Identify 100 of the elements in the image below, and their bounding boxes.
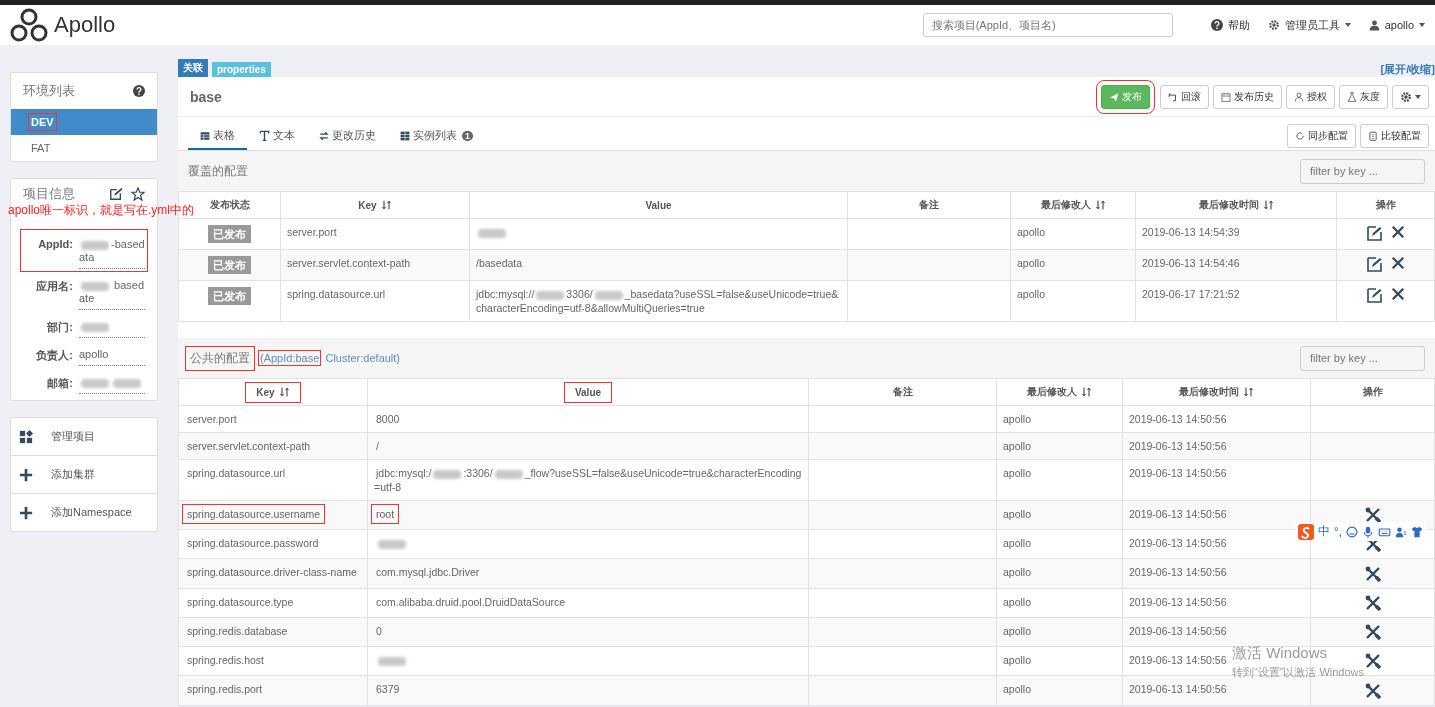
ime-logo-icon[interactable] bbox=[1298, 523, 1314, 540]
table-cell: spring.datasource.driver-class-name bbox=[178, 558, 368, 589]
search-field[interactable]: 搜索项目(AppId、项目名) bbox=[922, 13, 1173, 37]
tool-button[interactable]: 比较配置 bbox=[1360, 123, 1429, 148]
table-cell: apollo bbox=[1010, 249, 1136, 281]
table-cell: spring.datasource.url bbox=[178, 459, 368, 501]
column-header[interactable]: 最后修改时间 bbox=[1135, 191, 1337, 219]
clipboard-icon bbox=[1368, 130, 1378, 141]
table-cell: 8000 bbox=[367, 405, 809, 433]
logo-icon bbox=[10, 8, 48, 42]
status-badge: 已发布 bbox=[208, 287, 251, 305]
redacted-mark bbox=[536, 290, 565, 300]
environment-item[interactable]: FAT bbox=[11, 135, 157, 161]
column-header[interactable]: Key bbox=[178, 378, 368, 406]
star-icon[interactable] bbox=[131, 187, 145, 201]
close-icon[interactable] bbox=[1390, 256, 1405, 270]
table-cell: server.port bbox=[280, 218, 470, 250]
edit-icon[interactable] bbox=[1366, 256, 1383, 272]
activation-title: 激活 Windows bbox=[1232, 644, 1329, 663]
table-cell: apollo bbox=[996, 558, 1123, 589]
tab[interactable]: 实例列表 1 bbox=[388, 124, 485, 150]
count-badge: 1 bbox=[462, 130, 473, 141]
shirt-icon[interactable] bbox=[1411, 525, 1424, 538]
table-cell: 2019-06-13 14:50:56 bbox=[1122, 432, 1311, 460]
person-icon[interactable] bbox=[1395, 525, 1408, 538]
table-cell: jdbc:mysql:// 3306/ _basedata?useSSL=false&useUnicode=true&characterEncoding=utf-8&allowMultiQueries=true bbox=[469, 280, 848, 322]
field-value: basedate bbox=[79, 273, 145, 310]
column-header[interactable]: 最后修改人 bbox=[996, 378, 1123, 406]
column-header: 操作 bbox=[1310, 378, 1435, 406]
tools-icon[interactable] bbox=[1364, 594, 1381, 611]
ime-punctuation[interactable]: °, bbox=[1334, 524, 1343, 539]
column-header[interactable]: Key bbox=[280, 191, 470, 219]
user-icon bbox=[1368, 19, 1380, 31]
settings-icon bbox=[1400, 90, 1412, 103]
menu-item[interactable]: apollo bbox=[1368, 19, 1425, 31]
filter-field[interactable]: filter by key ... bbox=[1300, 345, 1425, 371]
redacted-mark bbox=[81, 378, 109, 388]
action-button[interactable]: 发布历史 bbox=[1213, 84, 1282, 109]
filter-field[interactable]: filter by key ... bbox=[1300, 158, 1425, 184]
action-button[interactable]: 灰度 bbox=[1339, 84, 1388, 109]
column-header: 备注 bbox=[847, 191, 1011, 219]
smiley-icon[interactable] bbox=[1346, 525, 1359, 538]
field-label: 负责人: bbox=[35, 348, 73, 363]
sort-icon bbox=[1243, 387, 1254, 397]
tools-icon[interactable] bbox=[1364, 507, 1381, 524]
table-cell: 2019-06-13 14:50:56 bbox=[1122, 459, 1311, 501]
table-cell: apollo bbox=[1010, 218, 1136, 250]
table-cell: apollo bbox=[996, 529, 1123, 559]
column-header[interactable]: 最后修改时间 bbox=[1122, 378, 1311, 406]
nav-item[interactable]: 添加集群 bbox=[11, 455, 157, 493]
plus-icon bbox=[19, 467, 33, 482]
menu-item[interactable]: 管理员工具 bbox=[1267, 17, 1351, 33]
redacted-mark bbox=[81, 281, 109, 291]
tools-icon[interactable] bbox=[1364, 653, 1381, 670]
nav-item[interactable]: 添加Namespace bbox=[11, 493, 157, 531]
tools-icon[interactable] bbox=[1364, 624, 1381, 641]
text-icon bbox=[259, 130, 270, 141]
microphone-icon[interactable] bbox=[1362, 525, 1375, 538]
status-badge: 已发布 bbox=[208, 225, 251, 243]
column-header: 备注 bbox=[808, 378, 997, 406]
ime-mode[interactable]: 中 bbox=[1318, 523, 1330, 540]
table-cell: 2019-06-13 14:50:56 bbox=[1122, 558, 1311, 589]
redacted-mark bbox=[113, 378, 141, 388]
swap-icon bbox=[319, 130, 329, 141]
edit-icon[interactable] bbox=[1366, 225, 1383, 241]
panel-title: 项目信息 bbox=[23, 185, 76, 203]
logo-text: Apollo bbox=[54, 12, 116, 38]
close-icon[interactable] bbox=[1390, 287, 1405, 301]
nav-item[interactable]: 管理项目 bbox=[11, 418, 157, 455]
action-button[interactable]: 授权 bbox=[1286, 84, 1335, 109]
field-label: 应用名: bbox=[35, 279, 73, 294]
tab[interactable]: 更改历史 bbox=[307, 124, 388, 150]
sort-icon bbox=[1262, 200, 1274, 210]
tools-icon[interactable] bbox=[1364, 565, 1381, 582]
tool-button[interactable]: 同步配置 bbox=[1287, 123, 1356, 148]
table-cell: 2019-06-13 14:54:39 bbox=[1135, 218, 1337, 250]
table-cell: / bbox=[367, 432, 809, 460]
action-button[interactable]: 回滚 bbox=[1160, 84, 1209, 109]
edit-icon[interactable] bbox=[1366, 287, 1383, 303]
settings-dropdown[interactable] bbox=[1392, 84, 1429, 109]
tab[interactable]: 文本 bbox=[247, 124, 307, 150]
namespace-title: base bbox=[190, 88, 223, 105]
tools-icon[interactable] bbox=[1364, 682, 1381, 699]
column-header[interactable]: 最后修改人 bbox=[1010, 191, 1136, 219]
close-icon[interactable] bbox=[1390, 225, 1405, 239]
menu-item[interactable]: 帮助 bbox=[1210, 17, 1250, 33]
table-cell: 2019-06-13 14:54:46 bbox=[1135, 249, 1337, 281]
table-cell: spring.datasource.username bbox=[178, 500, 368, 530]
keyboard-icon[interactable] bbox=[1378, 525, 1392, 538]
table-cell: root bbox=[367, 500, 809, 530]
sort-icon bbox=[1081, 387, 1092, 397]
edit-icon[interactable] bbox=[109, 187, 123, 201]
table-cell: 6379 bbox=[367, 675, 809, 706]
toggle-link[interactable]: [展开/收缩] bbox=[1380, 62, 1435, 77]
environment-item[interactable]: DEV bbox=[11, 109, 157, 135]
refresh-icon bbox=[1295, 130, 1305, 141]
section-title: 公共的配置 bbox=[188, 348, 252, 368]
help-icon bbox=[133, 85, 145, 97]
table-cell: apollo bbox=[996, 675, 1123, 706]
section-title: 覆盖的配置 bbox=[188, 162, 248, 180]
